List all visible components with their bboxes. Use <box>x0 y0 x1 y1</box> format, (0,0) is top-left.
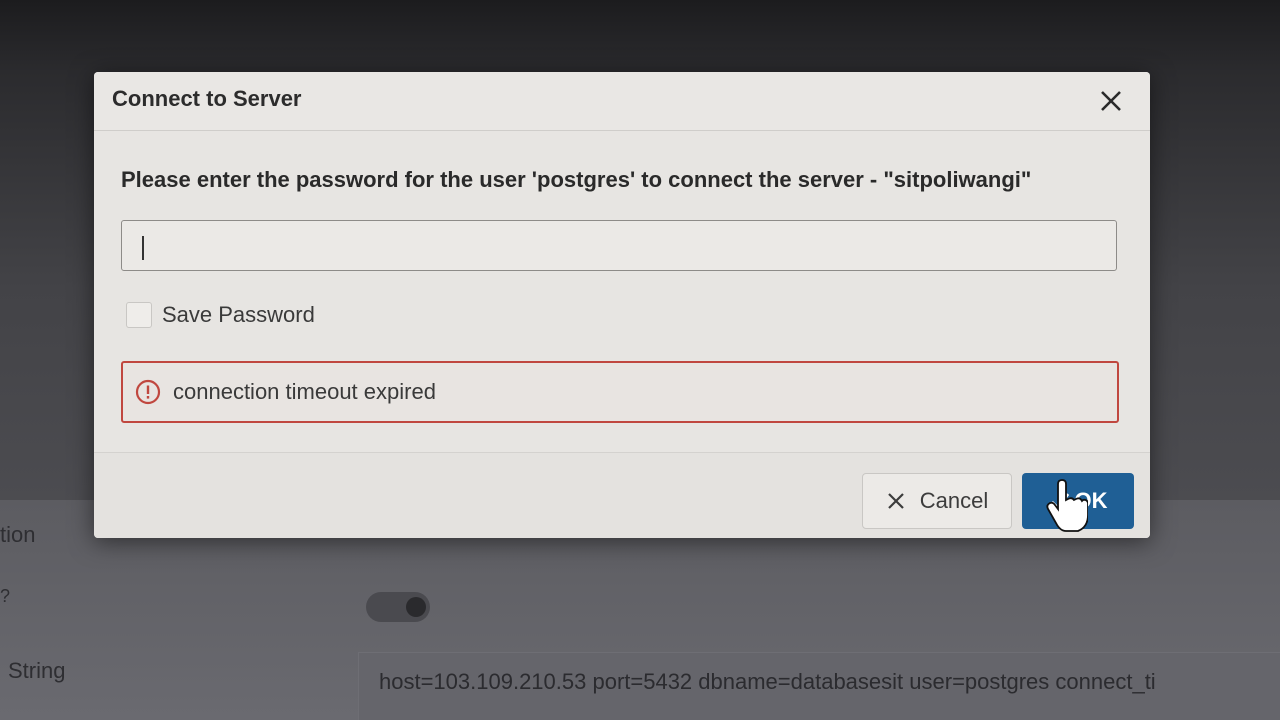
password-input[interactable] <box>121 220 1117 271</box>
background-toggle-switch[interactable] <box>366 592 430 622</box>
cancel-button[interactable]: Cancel <box>862 473 1012 529</box>
background-connection-string-label: String <box>8 658 66 683</box>
toggle-knob <box>406 597 426 617</box>
text-caret <box>142 236 144 260</box>
error-alert: connection timeout expired <box>121 361 1119 423</box>
save-password-checkbox[interactable] <box>126 302 152 328</box>
close-icon <box>1101 91 1121 111</box>
cancel-button-label: Cancel <box>919 488 989 513</box>
ok-button[interactable]: OK <box>1022 473 1134 529</box>
dialog-title: Connect to Server <box>112 86 302 111</box>
connect-to-server-dialog: Connect to Server Please enter the passw… <box>94 72 1150 538</box>
close-button[interactable] <box>1098 88 1124 114</box>
connection-string-value: host=103.109.210.53 port=5432 dbname=dat… <box>379 669 1156 694</box>
background-connection-string-field[interactable]: host=103.109.210.53 port=5432 dbname=dat… <box>358 652 1280 720</box>
password-prompt: Please enter the password for the user '… <box>121 167 1032 192</box>
save-password-row: Save Password <box>126 300 315 330</box>
dialog-header: Connect to Server <box>94 72 1150 131</box>
save-password-label[interactable]: Save Password <box>162 302 315 328</box>
x-icon <box>887 493 904 509</box>
background-field-label-partial-2: ? <box>0 586 11 606</box>
ok-button-label: OK <box>1074 488 1108 513</box>
background-field-label-partial: tion <box>0 522 36 547</box>
error-circle-icon <box>135 379 161 405</box>
error-message: connection timeout expired <box>173 379 436 404</box>
check-icon <box>1050 493 1069 511</box>
dialog-footer: Cancel OK <box>94 452 1150 538</box>
